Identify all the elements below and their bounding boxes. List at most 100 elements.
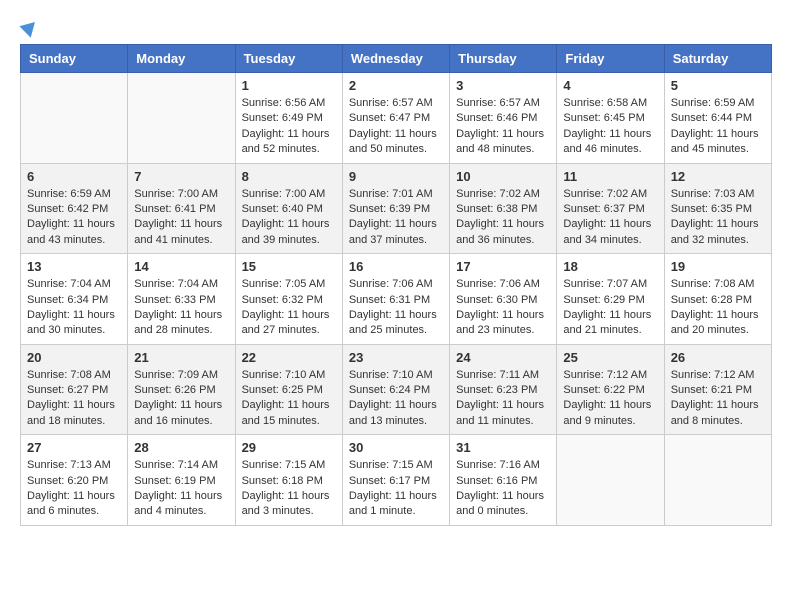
cell-text: Daylight: 11 hours and 15 minutes. [242, 398, 336, 429]
cell-text: Sunrise: 7:08 AM [671, 277, 765, 292]
day-number: 23 [349, 350, 443, 365]
cell-text: Daylight: 11 hours and 48 minutes. [456, 127, 550, 158]
cell-text: Sunset: 6:44 PM [671, 111, 765, 126]
cell-text: Daylight: 11 hours and 45 minutes. [671, 127, 765, 158]
cell-text: Sunset: 6:35 PM [671, 202, 765, 217]
cell-text: Sunrise: 7:00 AM [134, 187, 228, 202]
cell-text: Sunrise: 7:15 AM [242, 458, 336, 473]
cell-text: Sunset: 6:47 PM [349, 111, 443, 126]
calendar-cell: 10Sunrise: 7:02 AMSunset: 6:38 PMDayligh… [450, 163, 557, 254]
cell-text: Sunset: 6:20 PM [27, 474, 121, 489]
day-number: 1 [242, 78, 336, 93]
day-number: 18 [563, 259, 657, 274]
cell-text: Sunset: 6:25 PM [242, 383, 336, 398]
logo-icon [19, 16, 40, 37]
cell-text: Sunset: 6:27 PM [27, 383, 121, 398]
cell-text: Sunrise: 6:57 AM [349, 96, 443, 111]
cell-text: Daylight: 11 hours and 6 minutes. [27, 489, 121, 520]
calendar-cell [664, 435, 771, 526]
calendar-cell: 16Sunrise: 7:06 AMSunset: 6:31 PMDayligh… [342, 254, 449, 345]
day-of-week-header: Thursday [450, 45, 557, 73]
cell-text: Daylight: 11 hours and 52 minutes. [242, 127, 336, 158]
calendar-cell: 30Sunrise: 7:15 AMSunset: 6:17 PMDayligh… [342, 435, 449, 526]
cell-text: Sunrise: 7:12 AM [671, 368, 765, 383]
calendar-cell: 26Sunrise: 7:12 AMSunset: 6:21 PMDayligh… [664, 344, 771, 435]
calendar-week-row: 13 Sunrise: 7:04 AMSunset: 6:34 PM Dayligh… [21, 254, 772, 345]
cell-text: Daylight: 11 hours and 0 minutes. [456, 489, 550, 520]
cell-text: Sunset: 6:41 PM [134, 202, 228, 217]
calendar-cell: 13Sunrise: 7:04 AMSunset: 6:34 PMDayligh… [21, 254, 128, 345]
day-of-week-header: Sunday [21, 45, 128, 73]
cell-text: Sunset: 6:19 PM [134, 474, 228, 489]
day-number: 17 [456, 259, 550, 274]
cell-text: Sunset: 6:21 PM [671, 383, 765, 398]
day-number: 14 [134, 259, 228, 274]
calendar-cell: 1Sunrise: 6:56 AMSunset: 6:49 PMDaylight… [235, 73, 342, 164]
day-number: 3 [456, 78, 550, 93]
day-number: 10 [456, 169, 550, 184]
day-number: 15 [242, 259, 336, 274]
day-number: 16 [349, 259, 443, 274]
calendar-cell: 7Sunrise: 7:00 AMSunset: 6:41 PMDaylight… [128, 163, 235, 254]
cell-text: Daylight: 11 hours and 25 minutes. [349, 308, 443, 339]
cell-text: Sunset: 6:16 PM [456, 474, 550, 489]
cell-text: Sunrise: 7:12 AM [563, 368, 657, 383]
day-number: 27 [27, 440, 121, 455]
calendar-cell: 3Sunrise: 6:57 AMSunset: 6:46 PMDaylight… [450, 73, 557, 164]
calendar-cell: 2Sunrise: 6:57 AMSunset: 6:47 PMDaylight… [342, 73, 449, 164]
cell-text: Sunrise: 6:58 AM [563, 96, 657, 111]
cell-text: Daylight: 11 hours and 8 minutes. [671, 398, 765, 429]
calendar-cell: 15Sunrise: 7:05 AMSunset: 6:32 PMDayligh… [235, 254, 342, 345]
cell-text: Sunset: 6:29 PM [563, 293, 657, 308]
cell-text: Sunrise: 7:16 AM [456, 458, 550, 473]
cell-text: Sunset: 6:37 PM [563, 202, 657, 217]
calendar-cell: 27Sunrise: 7:13 AMSunset: 6:20 PMDayligh… [21, 435, 128, 526]
cell-text: Sunrise: 7:15 AM [349, 458, 443, 473]
calendar-cell: 29Sunrise: 7:15 AMSunset: 6:18 PMDayligh… [235, 435, 342, 526]
cell-text: Sunrise: 7:07 AM [563, 277, 657, 292]
cell-text: Sunrise: 7:02 AM [563, 187, 657, 202]
cell-text: Sunset: 6:39 PM [349, 202, 443, 217]
day-number: 12 [671, 169, 765, 184]
day-of-week-header: Saturday [664, 45, 771, 73]
cell-text: Sunset: 6:30 PM [456, 293, 550, 308]
cell-text: Daylight: 11 hours and 41 minutes. [134, 217, 228, 248]
calendar-cell [21, 73, 128, 164]
cell-text: Sunrise: 6:57 AM [456, 96, 550, 111]
cell-text: Sunrise: 7:08 AM [27, 368, 121, 383]
day-number: 25 [563, 350, 657, 365]
day-number: 4 [563, 78, 657, 93]
cell-text: Sunrise: 7:05 AM [242, 277, 336, 292]
calendar-cell: 24Sunrise: 7:11 AMSunset: 6:23 PMDayligh… [450, 344, 557, 435]
cell-text: Sunset: 6:23 PM [456, 383, 550, 398]
cell-text: Sunset: 6:18 PM [242, 474, 336, 489]
day-number: 13 [27, 259, 121, 274]
cell-text: Daylight: 11 hours and 32 minutes. [671, 217, 765, 248]
cell-text: Sunset: 6:49 PM [242, 111, 336, 126]
cell-text: Sunrise: 7:10 AM [242, 368, 336, 383]
day-number: 8 [242, 169, 336, 184]
cell-text: Daylight: 11 hours and 20 minutes. [671, 308, 765, 339]
calendar-cell: 22Sunrise: 7:10 AMSunset: 6:25 PMDayligh… [235, 344, 342, 435]
cell-text: Sunrise: 7:14 AM [134, 458, 228, 473]
calendar-header-row: SundayMondayTuesdayWednesdayThursdayFrid… [21, 45, 772, 73]
cell-text: Sunrise: 7:01 AM [349, 187, 443, 202]
cell-text: Sunset: 6:28 PM [671, 293, 765, 308]
cell-text: Daylight: 11 hours and 3 minutes. [242, 489, 336, 520]
calendar-cell: 14Sunrise: 7:04 AMSunset: 6:33 PMDayligh… [128, 254, 235, 345]
calendar-cell: 18Sunrise: 7:07 AMSunset: 6:29 PMDayligh… [557, 254, 664, 345]
cell-text: Sunset: 6:34 PM [27, 293, 121, 308]
cell-text: Sunrise: 7:04 AM [27, 277, 121, 292]
calendar-week-row: 27Sunrise: 7:13 AMSunset: 6:20 PMDayligh… [21, 435, 772, 526]
day-number: 11 [563, 169, 657, 184]
day-number: 21 [134, 350, 228, 365]
cell-text: Sunrise: 6:59 AM [27, 187, 121, 202]
cell-text: Daylight: 11 hours and 23 minutes. [456, 308, 550, 339]
cell-text: Daylight: 11 hours and 43 minutes. [27, 217, 121, 248]
day-of-week-header: Tuesday [235, 45, 342, 73]
cell-text: Sunset: 6:40 PM [242, 202, 336, 217]
logo [20, 20, 38, 34]
cell-text: Sunset: 6:31 PM [349, 293, 443, 308]
calendar-week-row: 20Sunrise: 7:08 AMSunset: 6:27 PMDayligh… [21, 344, 772, 435]
day-number: 24 [456, 350, 550, 365]
